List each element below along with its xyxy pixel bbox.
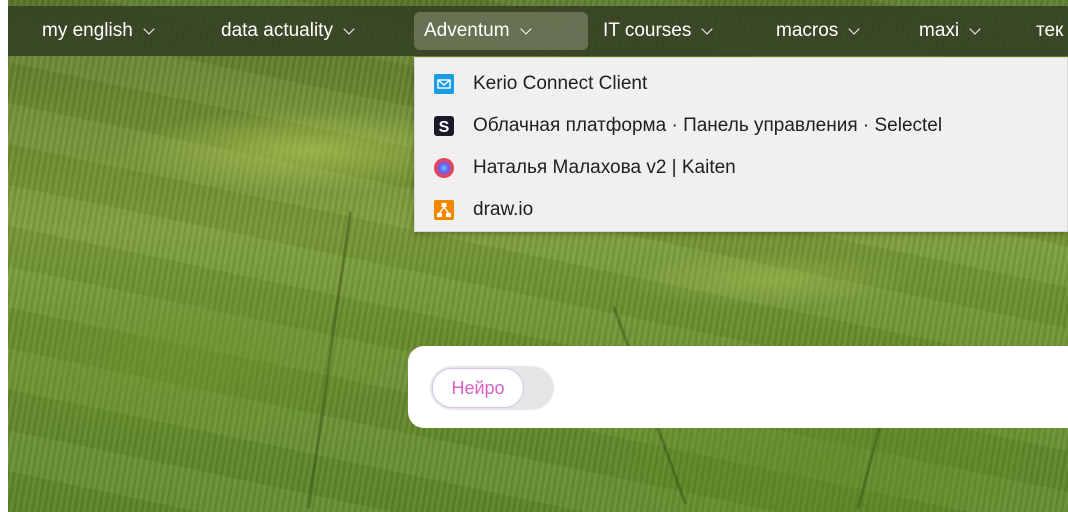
bookmark-folder-adventum[interactable]: Adventum bbox=[414, 12, 588, 50]
chevron-down-icon bbox=[143, 22, 155, 35]
bookmark-label: Adventum bbox=[424, 20, 510, 41]
bookmark-folder-data-actuality[interactable]: data actuality bbox=[211, 12, 363, 50]
chevron-down-icon bbox=[519, 22, 532, 35]
chevron-down-icon bbox=[969, 22, 981, 35]
bookmark-folder-dropdown: Kerio Connect Client S Облачная платформ… bbox=[414, 57, 1068, 232]
dropdown-item-label: draw.io bbox=[473, 199, 534, 220]
drawio-icon bbox=[433, 199, 455, 221]
chevron-down-icon bbox=[848, 22, 860, 35]
bookmark-label: my english bbox=[42, 20, 133, 41]
bookmark-folder-maxi[interactable]: maxi bbox=[909, 12, 989, 50]
field-line bbox=[856, 421, 883, 509]
dropdown-item-label: Наталья Малахова v2 | Kaiten bbox=[473, 157, 736, 178]
bookmark-folder-truncated[interactable]: тек bbox=[1026, 12, 1068, 50]
neuro-toggle[interactable]: Нейро bbox=[430, 366, 554, 410]
bookmark-folder-macros[interactable]: macros bbox=[766, 12, 868, 50]
dropdown-item-selectel[interactable]: S Облачная платформа · Панель управления… bbox=[415, 106, 1067, 146]
kaiten-icon bbox=[433, 157, 455, 179]
selectel-icon: S bbox=[433, 115, 455, 137]
dropdown-item-label: Облачная платформа · Панель управления ·… bbox=[473, 115, 943, 136]
bookmark-label: data actuality bbox=[221, 20, 333, 41]
bookmark-label: тек bbox=[1036, 20, 1064, 41]
bookmark-folder-it-courses[interactable]: IT courses bbox=[593, 12, 721, 50]
neuro-toggle-label: Нейро bbox=[432, 368, 524, 408]
bookmark-label: IT courses bbox=[603, 20, 692, 41]
dropdown-item-kerio[interactable]: Kerio Connect Client bbox=[415, 64, 1067, 104]
field-line bbox=[307, 211, 352, 509]
bookmarks-bar: my english data actuality Adventum IT co… bbox=[8, 6, 1068, 56]
bookmark-label: maxi bbox=[919, 20, 960, 41]
chevron-down-icon bbox=[343, 22, 355, 35]
search-box[interactable]: Нейро bbox=[408, 346, 1068, 428]
bookmark-label: macros bbox=[776, 20, 839, 41]
dropdown-item-drawio[interactable]: draw.io bbox=[415, 190, 1067, 230]
dropdown-item-label: Kerio Connect Client bbox=[473, 73, 648, 94]
svg-text:S: S bbox=[439, 119, 450, 136]
bookmark-folder-my-english[interactable]: my english bbox=[32, 12, 163, 50]
dropdown-item-kaiten[interactable]: Наталья Малахова v2 | Kaiten bbox=[415, 148, 1067, 188]
chevron-down-icon bbox=[701, 22, 714, 35]
mail-icon bbox=[433, 73, 455, 95]
